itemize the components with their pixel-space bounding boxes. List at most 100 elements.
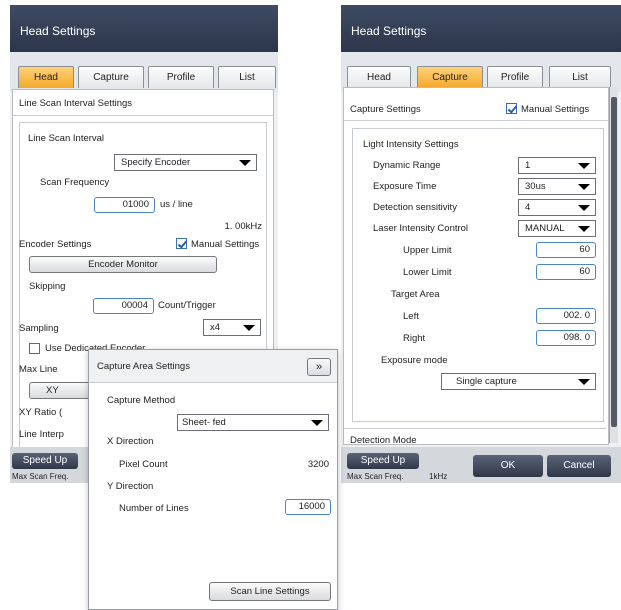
scan-frequency-unit: us / line [160, 199, 193, 210]
scan-frequency-input[interactable]: 01000 [94, 197, 155, 213]
chevron-down-icon [578, 205, 590, 211]
tab-bar: Head Capture Profile List [341, 52, 621, 92]
detection-mode-group: Detection Mode [344, 428, 606, 445]
use-dedicated-encoder-checkbox[interactable] [29, 343, 40, 354]
sampling-select[interactable]: x4 [203, 319, 261, 336]
max-scan-freq-value: 1kHz [429, 472, 448, 481]
max-scan-freq-label: Max Scan Freq. [12, 472, 69, 481]
chevron-down-icon [578, 379, 590, 385]
exposure-time-value: 30us [525, 181, 546, 192]
chevron-down-icon [239, 160, 251, 166]
dialog-title: Capture Area Settings [97, 361, 190, 372]
exposure-time-select[interactable]: 30us [518, 178, 596, 195]
chevron-down-icon [578, 184, 590, 190]
scan-line-settings-button[interactable]: Scan Line Settings [209, 582, 331, 601]
window-title: Head Settings [10, 5, 278, 52]
target-area-label: Target Area [391, 289, 440, 300]
cancel-button[interactable]: Cancel [547, 455, 611, 477]
ok-button[interactable]: OK [473, 455, 543, 477]
exposure-mode-label: Exposure mode [381, 355, 448, 366]
manual-settings-checkbox[interactable] [176, 238, 187, 249]
tab-profile[interactable]: Profile [487, 66, 543, 88]
dynamic-range-select[interactable]: 1 [518, 157, 596, 174]
x-direction-label: X Direction [107, 436, 154, 447]
capture-method-label: Capture Method [107, 395, 176, 406]
skipping-unit: Count/Trigger [158, 300, 216, 311]
tab-list[interactable]: List [549, 66, 611, 88]
right-head-settings-window: Head Settings Head Capture Profile List … [341, 5, 621, 483]
capture-method-value: Sheet- fed [182, 417, 226, 428]
upper-limit-input[interactable]: 60 [536, 242, 596, 258]
exposure-mode-select[interactable]: Single capture [441, 373, 596, 390]
light-intensity-label: Light Intensity Settings [363, 139, 459, 150]
laser-intensity-label: Laser Intensity Control [373, 223, 469, 234]
manual-settings-label: Manual Settings [521, 104, 590, 115]
scrollbar-thumb[interactable] [611, 97, 617, 427]
left-input[interactable]: 002. 0 [536, 308, 596, 324]
lower-limit-label: Lower Limit [403, 267, 452, 278]
laser-intensity-value: MANUAL [525, 223, 565, 234]
capture-area-settings-dialog: Capture Area Settings » Capture Method S… [88, 349, 338, 610]
line-scan-interval-label: Line Scan Interval [28, 133, 105, 144]
lower-limit-input[interactable]: 60 [536, 264, 596, 280]
chevron-down-icon [578, 163, 590, 169]
pixel-count-value: 3200 [307, 459, 329, 470]
chevron-down-icon [243, 325, 255, 331]
speed-up-button[interactable]: Speed Up [347, 453, 419, 469]
pixel-count-label: Pixel Count [119, 459, 168, 470]
xy-button-label: XY [46, 385, 59, 396]
line-scan-interval-select[interactable]: Specify Encoder [114, 154, 257, 171]
exposure-mode-value: Single capture [456, 376, 517, 387]
section-title: Line Scan Interval Settings [19, 98, 133, 109]
y-direction-label: Y Direction [107, 481, 154, 492]
detection-sensitivity-label: Detection sensitivity [373, 202, 457, 213]
dynamic-range-value: 1 [525, 160, 531, 171]
number-of-lines-input[interactable]: 16000 [285, 499, 331, 515]
upper-limit-label: Upper Limit [403, 245, 452, 256]
dynamic-range-label: Dynamic Range [373, 160, 441, 171]
encoder-monitor-button[interactable]: Encoder Monitor [29, 256, 217, 273]
left-label: Left [403, 311, 419, 322]
expand-button[interactable]: » [307, 358, 331, 376]
max-scan-freq-label: Max Scan Freq. [347, 472, 404, 481]
content-frame: Capture Settings Manual Settings Light I… [343, 87, 609, 445]
xy-ratio-label: XY Ratio ( [19, 407, 63, 418]
sampling-value: x4 [210, 322, 221, 333]
tab-list[interactable]: List [218, 66, 276, 88]
scrollbar[interactable] [609, 87, 618, 443]
tab-capture[interactable]: Capture [417, 66, 483, 88]
section-title: Capture Settings [350, 104, 421, 115]
scan-frequency-label: Scan Frequency [40, 177, 110, 188]
section-divider [13, 115, 273, 116]
tab-capture[interactable]: Capture [78, 66, 144, 88]
chevron-down-icon [578, 226, 590, 232]
exposure-time-label: Exposure Time [373, 181, 437, 192]
speed-up-button[interactable]: Speed Up [12, 453, 78, 469]
light-intensity-group: Light Intensity Settings Dynamic Range 1… [352, 128, 604, 422]
tab-head[interactable]: Head [18, 66, 74, 88]
detection-sensitivity-select[interactable]: 4 [518, 199, 596, 216]
max-line-label: Max Line [19, 364, 58, 375]
chevron-down-icon [311, 420, 323, 426]
tab-head[interactable]: Head [347, 66, 411, 88]
scan-frequency-khz: 1. 00kHz [224, 221, 263, 232]
laser-intensity-select[interactable]: MANUAL [518, 220, 596, 237]
window-title: Head Settings [341, 5, 621, 52]
double-chevron-right-icon: » [315, 361, 323, 373]
detection-mode-label: Detection Mode [350, 435, 417, 445]
manual-settings-label: Manual Settings [191, 239, 260, 250]
skipping-label: Skipping [29, 281, 66, 292]
manual-settings-checkbox[interactable] [506, 103, 517, 114]
tab-bar: Head Capture Profile List [10, 52, 278, 92]
right-input[interactable]: 098. 0 [536, 330, 596, 346]
section-divider [344, 120, 608, 121]
skipping-input[interactable]: 00004 [93, 298, 154, 314]
sampling-label: Sampling [19, 323, 59, 334]
number-of-lines-label: Number of Lines [119, 503, 189, 514]
capture-method-select[interactable]: Sheet- fed [177, 414, 329, 431]
bottom-bar: Speed Up Max Scan Freq. 1kHz OK Cancel [341, 447, 621, 483]
detection-sensitivity-value: 4 [525, 202, 531, 213]
tab-profile[interactable]: Profile [148, 66, 214, 88]
line-interp-label: Line Interp [19, 429, 64, 440]
right-label: Right [403, 333, 426, 344]
